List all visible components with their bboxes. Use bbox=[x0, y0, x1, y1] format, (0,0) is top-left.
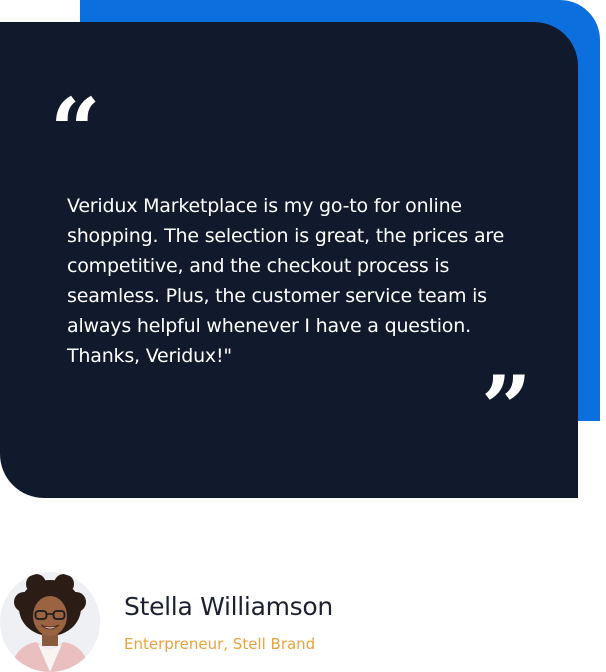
avatar bbox=[0, 572, 100, 672]
testimonial-quote: Veridux Marketplace is my go-to for onli… bbox=[67, 195, 505, 367]
author-name: Stella Williamson bbox=[124, 592, 333, 621]
quote-close-icon: ” bbox=[481, 356, 532, 460]
quote-open-icon: “ bbox=[50, 78, 101, 182]
avatar-portrait bbox=[0, 572, 100, 672]
author-role: Enterpreneur, Stell Brand bbox=[124, 635, 316, 653]
